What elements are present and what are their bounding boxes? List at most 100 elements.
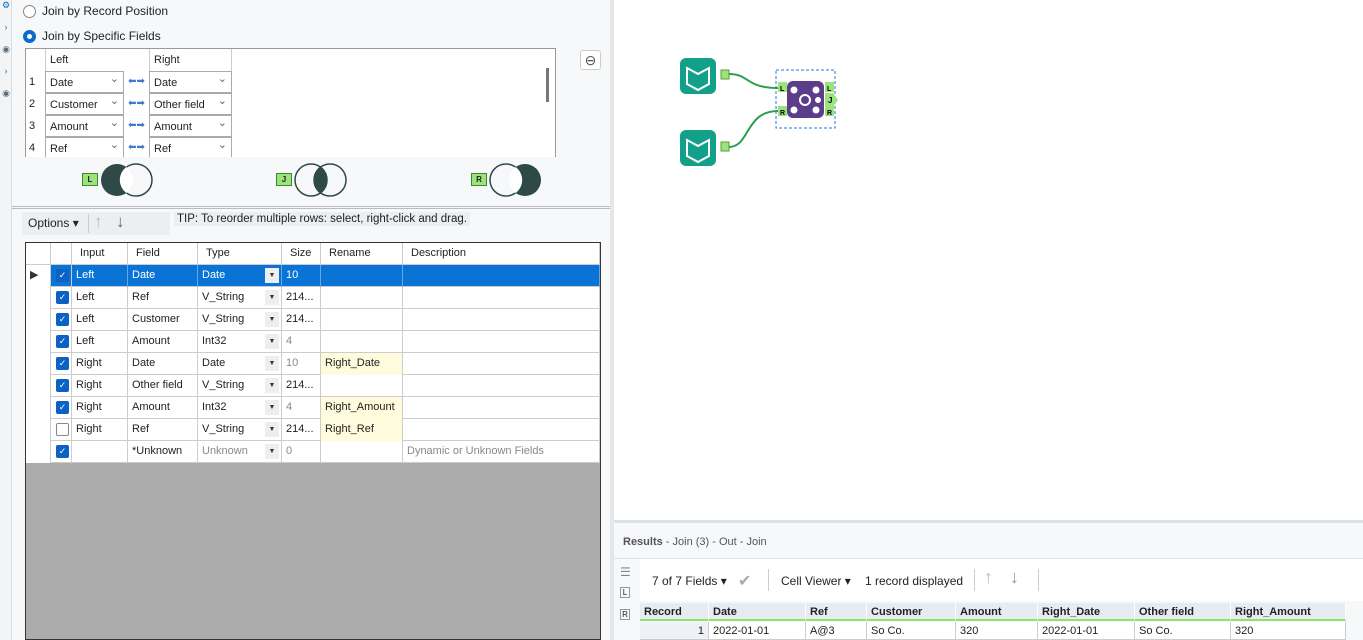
results-cell[interactable]: 2022-01-01 (1038, 622, 1135, 640)
scroll-up-icon[interactable]: ↑ (984, 567, 993, 588)
type-dropdown-icon[interactable]: ▼ (265, 444, 279, 459)
left-anchor-icon[interactable]: L (620, 587, 630, 598)
column-header[interactable]: Size (282, 243, 321, 265)
row-selector[interactable] (26, 397, 51, 419)
include-checkbox[interactable]: ✓ (56, 379, 69, 392)
row-selector[interactable] (26, 441, 51, 463)
table-row[interactable]: ✓ Left Customer V_String ▼ 214... (26, 309, 600, 331)
cell-desc[interactable] (403, 309, 600, 331)
tag-icon[interactable]: › (0, 66, 12, 76)
cell-rename[interactable] (321, 265, 403, 287)
input-tool-2[interactable] (680, 130, 730, 166)
gear-icon[interactable]: ⚙ (0, 0, 12, 11)
results-cell[interactable]: 320 (956, 622, 1038, 640)
output-icon[interactable]: ◉ (0, 44, 12, 55)
type-dropdown-icon[interactable]: ▼ (265, 378, 279, 393)
check-icon[interactable]: ✔ (738, 571, 751, 591)
results-column-header[interactable]: Customer (867, 603, 956, 621)
cell-rename[interactable] (321, 309, 403, 331)
include-checkbox[interactable]: ✓ (56, 401, 69, 414)
cell-desc[interactable] (403, 419, 600, 441)
type-dropdown-icon[interactable]: ▼ (265, 334, 279, 349)
results-column-header[interactable]: Date (709, 603, 806, 621)
remove-row-button[interactable]: ⊖ (580, 50, 601, 70)
results-column-header[interactable]: Amount (956, 603, 1038, 621)
cell-desc[interactable] (403, 265, 600, 287)
column-header[interactable]: Field (128, 243, 198, 265)
cell-desc[interactable]: Dynamic or Unknown Fields (403, 441, 600, 463)
results-column-header[interactable]: Ref (806, 603, 867, 621)
row-selector[interactable]: ▶ (26, 265, 51, 287)
cell-rename[interactable]: Right_Ref (321, 419, 403, 441)
table-row[interactable]: ✓ Left Ref V_String ▼ 214... (26, 287, 600, 309)
column-header[interactable]: Input (72, 243, 128, 265)
cell-rename[interactable]: Right_Date (321, 353, 403, 375)
list-icon[interactable]: ☰ (620, 565, 631, 579)
help-icon[interactable]: ◉ (0, 88, 12, 99)
join-by-position-radio[interactable]: Join by Record Position (23, 4, 168, 18)
cell-viewer-dropdown[interactable]: Cell Viewer ▾ (781, 574, 851, 588)
left-field-select[interactable]: Ref (45, 134, 124, 157)
right-field-select[interactable]: Ref (149, 134, 232, 157)
row-selector[interactable] (26, 287, 51, 309)
table-row[interactable]: ✓ Right Date Date ▼ 10 Right_Date (26, 353, 600, 375)
results-cell[interactable]: A@3 (806, 622, 867, 640)
row-selector[interactable] (26, 353, 51, 375)
include-checkbox[interactable]: ✓ (56, 269, 69, 282)
table-row[interactable]: ▶ ✓ Left Date Date ▼ 10 (26, 265, 600, 287)
panel-divider[interactable] (12, 206, 610, 209)
row-selector[interactable] (26, 331, 51, 353)
table-row[interactable]: Right Ref V_String ▼ 214... Right_Ref (26, 419, 600, 441)
move-up-icon[interactable]: ↑ (94, 212, 103, 232)
options-dropdown[interactable]: Options ▾ (28, 216, 79, 230)
join-grid-scrollbar[interactable] (546, 68, 549, 102)
right-anchor-icon[interactable]: R (620, 609, 630, 620)
column-header[interactable]: Description (403, 243, 600, 265)
results-cell[interactable]: So Co. (1135, 622, 1231, 640)
column-header[interactable]: Rename (321, 243, 403, 265)
row-selector[interactable] (26, 419, 51, 441)
include-checkbox[interactable]: ✓ (56, 445, 69, 458)
table-row[interactable]: ✓ Right Amount Int32 ▼ 4 Right_Amount (26, 397, 600, 419)
type-dropdown-icon[interactable]: ▼ (265, 290, 279, 305)
include-checkbox[interactable] (56, 423, 69, 436)
type-dropdown-icon[interactable]: ▼ (265, 356, 279, 371)
fields-dropdown[interactable]: 7 of 7 Fields ▾ (652, 574, 727, 588)
move-down-icon[interactable]: ↓ (116, 212, 125, 232)
cell-rename[interactable] (321, 331, 403, 353)
cell-rename[interactable]: Right_Amount (321, 397, 403, 419)
cell-desc[interactable] (403, 353, 600, 375)
include-checkbox[interactable]: ✓ (56, 313, 69, 326)
cell-desc[interactable] (403, 375, 600, 397)
cell-rename[interactable] (321, 441, 403, 463)
table-row[interactable]: ✓ Left Amount Int32 ▼ 4 (26, 331, 600, 353)
join-tool[interactable]: LR LJR (778, 81, 838, 118)
results-cell[interactable]: 2022-01-01 (709, 622, 806, 640)
table-row[interactable]: ✓ *Unknown Unknown ▼ 0 Dynamic or Unknown Fie… (26, 441, 600, 463)
include-checkbox[interactable]: ✓ (56, 357, 69, 370)
type-dropdown-icon[interactable]: ▼ (265, 422, 279, 437)
type-dropdown-icon[interactable]: ▼ (265, 268, 279, 283)
include-checkbox[interactable]: ✓ (56, 335, 69, 348)
radio-circle[interactable] (23, 29, 36, 43)
results-cell[interactable]: So Co. (867, 622, 956, 640)
cell-desc[interactable] (403, 331, 600, 353)
type-dropdown-icon[interactable]: ▼ (265, 312, 279, 327)
cell-rename[interactable] (321, 287, 403, 309)
join-by-fields-radio[interactable]: Join by Specific Fields (23, 29, 161, 43)
results-cell[interactable]: 320 (1231, 622, 1346, 640)
row-selector[interactable] (26, 375, 51, 397)
results-column-header[interactable]: Right_Date (1038, 603, 1135, 621)
include-checkbox[interactable]: ✓ (56, 291, 69, 304)
left-join-venn[interactable]: L (80, 163, 160, 197)
scroll-down-icon[interactable]: ↓ (1010, 567, 1019, 588)
type-dropdown-icon[interactable]: ▼ (265, 400, 279, 415)
record-number[interactable]: 1 (640, 622, 709, 640)
cell-desc[interactable] (403, 287, 600, 309)
input-tool-1[interactable] (680, 58, 730, 94)
cell-rename[interactable] (321, 375, 403, 397)
row-selector[interactable] (26, 309, 51, 331)
chevron-right-icon[interactable]: › (0, 22, 12, 32)
cell-desc[interactable] (403, 397, 600, 419)
right-join-venn[interactable]: R (469, 163, 549, 197)
